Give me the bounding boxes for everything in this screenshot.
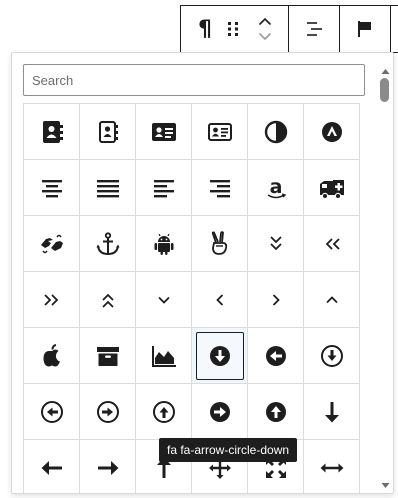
icon-cell-ambulance[interactable]: [304, 160, 360, 216]
scrollbar[interactable]: [376, 53, 393, 493]
arrow-circle-o-down-icon: [320, 344, 343, 367]
flag-group: [340, 6, 391, 52]
icon-cell-angle-down[interactable]: [136, 272, 192, 328]
anchor-icon: [96, 231, 119, 255]
icon-cell-adjust[interactable]: [248, 104, 304, 160]
address-card-outline-icon: [207, 122, 232, 141]
icon-cell-arrow-down[interactable]: [304, 384, 360, 440]
icon-cell-address-card-outline[interactable]: [192, 104, 248, 160]
arrow-down-icon: [324, 401, 339, 422]
icon-cell-arrow-circle-o-right[interactable]: [80, 384, 136, 440]
icon-cell-arrow-circle-down[interactable]: [192, 328, 248, 384]
android-icon: [154, 233, 173, 255]
icon-cell-amazon[interactable]: a: [248, 160, 304, 216]
chevron-down-icon[interactable]: [258, 32, 272, 41]
icon-cell-apple[interactable]: [24, 328, 80, 384]
arrow-circle-o-right-icon: [96, 400, 119, 423]
area-chart-icon: [151, 345, 176, 367]
align-center-icon: [41, 179, 62, 197]
arrow-right-icon: [97, 460, 118, 475]
icon-cell-arrow-circle-o-up[interactable]: [136, 384, 192, 440]
selected-outline: [195, 331, 244, 380]
icon-cell-american-sign-language-interpreting[interactable]: [24, 216, 80, 272]
block-toolbar: ¶: [180, 5, 398, 53]
scroll-up-arrow-icon[interactable]: [381, 63, 390, 74]
alignment-group: [289, 6, 340, 52]
align-right-icon[interactable]: [302, 19, 326, 39]
icon-cell-align-center[interactable]: [24, 160, 80, 216]
icon-cell-angle-double-down[interactable]: [248, 216, 304, 272]
icon-cell-arrow-circle-up[interactable]: [248, 384, 304, 440]
block-mover: [251, 12, 279, 46]
icon-cell-align-right[interactable]: [192, 160, 248, 216]
icon-cell-arrow-circle-o-down[interactable]: [304, 328, 360, 384]
apple-icon: [43, 343, 60, 366]
icon-cell-arrow-circle-right[interactable]: [192, 384, 248, 440]
angle-down-icon: [157, 296, 170, 304]
arrow-circle-up-icon: [265, 401, 286, 422]
icon-cell-angle-double-right[interactable]: [24, 272, 80, 328]
arrow-left-icon: [41, 460, 62, 475]
flag-icon[interactable]: [353, 17, 377, 41]
align-left-icon: [153, 179, 174, 197]
arrows-h-icon: [320, 463, 343, 472]
icon-grid: a: [23, 103, 360, 493]
angle-double-up-icon: [101, 293, 114, 308]
icon-cell-align-justify[interactable]: [80, 160, 136, 216]
icon-cell-archive[interactable]: [80, 328, 136, 384]
chevron-up-icon[interactable]: [258, 17, 272, 26]
arrow-circle-o-up-icon: [152, 400, 175, 423]
angle-right-icon: [272, 293, 280, 306]
angle-left-icon: [215, 293, 223, 306]
icon-cell-angle-double-left[interactable]: [304, 216, 360, 272]
icon-cell-address-book-outline[interactable]: [80, 104, 136, 160]
icon-picker-popover: a fa fa-arrow-: [11, 52, 394, 494]
angellist-icon: [211, 230, 227, 255]
angle-up-icon: [325, 295, 338, 303]
icon-tooltip: fa fa-arrow-circle-down: [159, 438, 298, 462]
icon-cell-anchor[interactable]: [80, 216, 136, 272]
adn-icon: [321, 121, 342, 142]
arrow-circle-down-icon: [209, 345, 230, 366]
svg-text:a: a: [269, 176, 282, 198]
angle-double-left-icon: [325, 237, 340, 250]
address-card-icon: [151, 122, 176, 141]
scroll-down-arrow-icon[interactable]: [381, 477, 390, 488]
icon-cell-angellist[interactable]: [192, 216, 248, 272]
icon-cell-angle-up[interactable]: [304, 272, 360, 328]
icon-cell-angle-right[interactable]: [248, 272, 304, 328]
search-input[interactable]: [23, 64, 365, 96]
icon-cell-arrow-left[interactable]: [24, 440, 80, 493]
angle-double-right-icon: [43, 293, 58, 306]
align-right-icon: [209, 179, 230, 197]
icon-cell-android[interactable]: [136, 216, 192, 272]
drag-handle-icon[interactable]: [225, 18, 241, 40]
address-book-outline-icon: [98, 120, 118, 143]
icon-cell-align-left[interactable]: [136, 160, 192, 216]
scrollbar-thumb[interactable]: [380, 78, 389, 102]
adjust-icon: [264, 120, 287, 143]
ambulance-icon: [319, 179, 344, 199]
arrow-circle-o-left-icon: [40, 400, 63, 423]
icon-cell-angle-left[interactable]: [192, 272, 248, 328]
icon-cell-address-book[interactable]: [24, 104, 80, 160]
address-book-icon: [42, 120, 63, 143]
icon-cell-adn[interactable]: [304, 104, 360, 160]
icon-cell-area-chart[interactable]: [136, 328, 192, 384]
arrow-circle-left-icon: [265, 345, 286, 366]
paragraph-icon[interactable]: ¶: [191, 16, 219, 42]
icon-cell-angle-double-up[interactable]: [80, 272, 136, 328]
align-justify-icon: [96, 179, 119, 197]
icon-cell-address-card[interactable]: [136, 104, 192, 160]
icon-cell-arrows-h[interactable]: [304, 440, 360, 493]
icon-cell-arrow-circle-o-left[interactable]: [24, 384, 80, 440]
icon-cell-arrow-right[interactable]: [80, 440, 136, 493]
amazon-icon: a: [267, 176, 286, 198]
archive-icon: [96, 346, 119, 366]
arrow-circle-right-icon: [209, 401, 230, 422]
angle-double-down-icon: [269, 235, 282, 250]
block-controls-group: ¶: [181, 6, 289, 52]
icon-cell-arrow-circle-left[interactable]: [248, 328, 304, 384]
american-sign-language-interpreting-icon: [40, 234, 63, 253]
